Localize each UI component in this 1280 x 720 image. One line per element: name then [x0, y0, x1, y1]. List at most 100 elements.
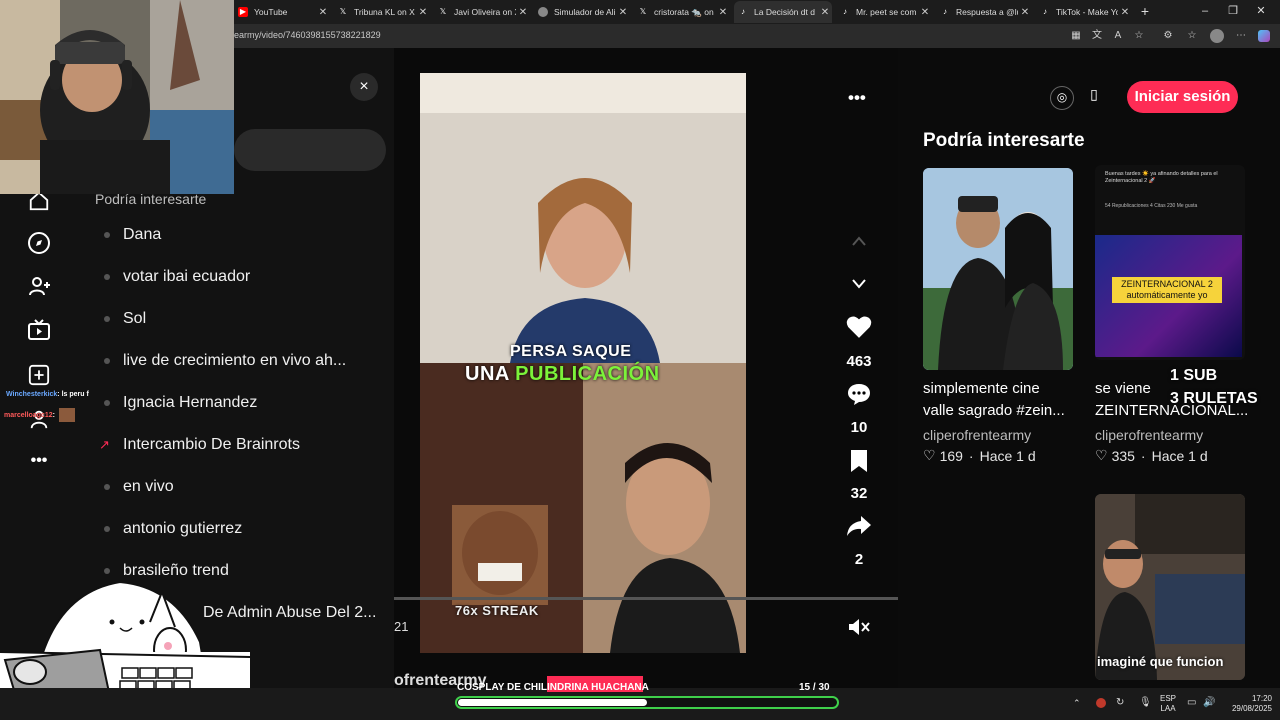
tray-sync-icon[interactable]: ↻ [1116, 697, 1124, 708]
tiktok-icon: ♪ [843, 7, 847, 16]
compass-icon[interactable]: ◎ [1050, 86, 1074, 110]
tab-youtube[interactable]: ▶ YouTube ✕ [234, 1, 330, 23]
chat-message: marcelloagc12: [4, 408, 75, 422]
more-icon[interactable]: ••• [26, 448, 52, 474]
caption-line-1: PERSA SAQUE [510, 343, 632, 360]
webcam-overlay [0, 0, 234, 194]
like-count: 463 [846, 353, 872, 370]
tray-app-icon[interactable] [1096, 698, 1106, 708]
copilot-icon[interactable] [1258, 30, 1270, 42]
apps-icon[interactable]: ▦ [1070, 30, 1082, 42]
close-tab-icon[interactable]: ✕ [918, 7, 932, 18]
tab-respuesta[interactable]: ♪ Respuesta a @lu ✕ [936, 1, 1032, 23]
suggestion-item[interactable]: antonio gutierrez [104, 518, 242, 540]
tab-simulador[interactable]: Simulador de Ali ✕ [534, 1, 630, 23]
close-tab-icon[interactable]: ✕ [1018, 7, 1032, 18]
tab-tribuna[interactable]: 𝕏 Tribuna KL on X ✕ [334, 1, 430, 23]
suggestion-item[interactable]: votar ibai ecuador [104, 266, 250, 288]
video-progress-bar[interactable] [394, 597, 898, 600]
tab-cristorata[interactable]: 𝕏 cristorata 🐀 on ✕ [634, 1, 730, 23]
youtube-icon: ▶ [238, 7, 248, 17]
mute-icon[interactable] [845, 617, 873, 642]
suggestion-item[interactable]: Ignacia Hernandez [104, 392, 257, 414]
next-video-icon[interactable] [845, 277, 873, 295]
clock[interactable]: 17:20 29/08/2025 [1222, 694, 1272, 714]
trending-icon: ↗ [99, 437, 110, 452]
card-title-line[interactable]: valle sagrado #zein... [923, 400, 1078, 422]
thumbnail-caption: imaginé que funcion [1097, 654, 1224, 669]
translate-icon[interactable]: 文 [1091, 30, 1103, 42]
extensions-icon[interactable]: ⚙ [1162, 30, 1174, 42]
favorite-star-icon[interactable]: ☆ [1133, 30, 1145, 42]
close-tab-icon[interactable]: ✕ [316, 7, 330, 18]
tab-la-decision[interactable]: ♪ La Decisión dt d ✕ [734, 1, 832, 23]
following-icon[interactable] [26, 273, 52, 299]
upload-icon[interactable] [26, 362, 52, 388]
bullet-icon [104, 400, 110, 406]
close-panel-button[interactable]: × [350, 73, 378, 101]
close-tab-icon[interactable]: ✕ [716, 7, 730, 18]
login-button[interactable]: Iniciar sesión [1127, 81, 1238, 113]
bullet-icon [104, 232, 110, 238]
reader-icon[interactable]: A [1112, 30, 1124, 42]
live-tv-icon[interactable] [26, 317, 52, 343]
tab-tiktok[interactable]: ♪ TikTok - Make Yo ✕ [1036, 1, 1132, 23]
volume-icon[interactable]: 🔊 [1203, 697, 1215, 708]
card-meta: ♡ 335 · Hace 1 d [1095, 447, 1208, 464]
streak-label: 76x STREAK [455, 603, 539, 618]
profile-avatar[interactable] [1210, 29, 1224, 43]
recommendations-title: Podría interesarte [923, 130, 1085, 151]
tab-javi[interactable]: 𝕏 Javi Oliveira on X ✕ [434, 1, 530, 23]
collections-icon[interactable]: ☆ [1186, 30, 1198, 42]
device-icon[interactable]: ▯ [1083, 86, 1105, 110]
bookmark-icon[interactable] [845, 449, 873, 478]
display-icon[interactable]: ▭ [1187, 697, 1196, 708]
thumbnail-label: ZEINTERNACIONAL 2 automáticamente yo [1112, 277, 1222, 303]
suggestion-item[interactable]: en vivo [104, 476, 174, 498]
comment-icon[interactable] [845, 382, 873, 411]
tray-chevron-icon[interactable]: ⌃ [1073, 698, 1081, 709]
tab-mr-peet[interactable]: ♪ Mr. peet se com ✕ [836, 1, 932, 23]
suggestion-item[interactable]: Dana [104, 224, 161, 246]
chat-message: Winchesterkick: ls peru f [6, 391, 89, 398]
card-title-line[interactable]: simplemente cine [923, 378, 1078, 400]
card-author[interactable]: cliperofrentearmy [923, 427, 1031, 443]
video-thumbnail[interactable]: Buenas tardes ☀️ ya afinando detalles pa… [1095, 165, 1245, 360]
url-text[interactable]: earmy/video/7460398155738221829 [234, 30, 381, 40]
explore-icon[interactable] [26, 230, 52, 256]
close-tab-icon[interactable]: ✕ [516, 7, 530, 18]
card-author[interactable]: cliperofrentearmy [1095, 427, 1203, 443]
suggestion-item[interactable]: Sol [104, 308, 146, 330]
bullet-icon [104, 484, 110, 490]
search-input[interactable] [234, 129, 386, 171]
goal-progress-text: 15 / 30 [799, 682, 830, 693]
close-tab-icon[interactable]: ✕ [818, 7, 832, 18]
minimize-icon[interactable]: – [1195, 3, 1215, 19]
suggestion-item[interactable]: brasileño trend [104, 560, 229, 582]
video-player[interactable]: PERSA SAQUE UNA PUBLICACIÓN 76x STREAK [420, 73, 746, 653]
close-tab-icon[interactable]: ✕ [1118, 7, 1132, 18]
input-language[interactable]: ESP LAA [1155, 694, 1181, 714]
share-count: 2 [854, 551, 864, 568]
window-close-icon[interactable]: ✕ [1251, 3, 1271, 19]
bullet-icon [104, 526, 110, 532]
more-options-icon[interactable]: ••• [848, 88, 866, 108]
globe-icon [538, 7, 548, 17]
video-thumbnail[interactable]: imaginé que funcion [1095, 494, 1245, 680]
heart-outline-icon: ♡ [1095, 447, 1108, 463]
maximize-icon[interactable]: ❐ [1223, 3, 1243, 19]
prev-video-icon[interactable] [845, 234, 873, 252]
share-icon[interactable] [845, 515, 873, 542]
more-icon[interactable]: ⋯ [1235, 30, 1247, 42]
bullet-icon [104, 568, 110, 574]
microphone-icon[interactable]: 🎙 [1139, 697, 1152, 708]
close-tab-icon[interactable]: ✕ [416, 7, 430, 18]
new-tab-button[interactable]: + [1135, 3, 1155, 19]
goal-progress-bar [455, 696, 839, 709]
suggestion-item-trending[interactable]: ↗ Intercambio De Brainrots [99, 434, 300, 456]
video-thumbnail[interactable] [923, 168, 1073, 370]
bullet-icon [104, 358, 110, 364]
close-tab-icon[interactable]: ✕ [616, 7, 630, 18]
like-icon[interactable] [845, 315, 873, 344]
suggestion-item[interactable]: live de crecimiento en vivo ah... [104, 350, 346, 372]
